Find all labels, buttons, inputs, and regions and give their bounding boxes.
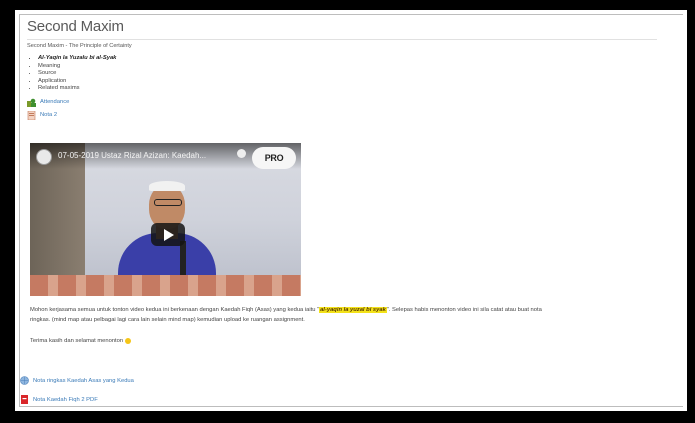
attendance-link[interactable]: Attendance <box>27 98 687 107</box>
video-title[interactable]: 07-05-2019 Ustaz Rizal Azizan: Kaedah... <box>58 151 206 160</box>
video-player[interactable]: 07-05-2019 Ustaz Rizal Azizan: Kaedah...… <box>30 143 301 296</box>
attendance-label: Attendance <box>40 99 70 105</box>
channel-logo: PRO <box>252 147 296 169</box>
topic-item: Meaning <box>38 63 687 71</box>
topic-item: Application <box>38 78 687 86</box>
nota-pdf-label: Nota Kaedah Fiqh 2 PDF <box>33 396 98 403</box>
speaker-cap <box>149 181 185 191</box>
smiley-icon <box>125 338 132 344</box>
nota-pdf-link[interactable]: Nota Kaedah Fiqh 2 PDF <box>20 395 98 404</box>
page-title: Second Maxim <box>27 18 124 35</box>
railing <box>30 275 301 296</box>
instruction-text: Mohon kerjasama semua untuk tonton video… <box>30 305 670 325</box>
instruction-line2: ringkas. (mind map atau pelbagai lagi ca… <box>30 317 305 323</box>
nota2-link[interactable]: Nota 2 <box>27 110 687 120</box>
topic-item: Related maxims <box>38 85 687 93</box>
nota-ringkas-link[interactable]: Nota ringkas Kaedah Asas yang Kedua <box>20 376 134 385</box>
title-divider <box>27 39 657 40</box>
attendance-icon <box>27 98 36 107</box>
topic-list: Al-Yaqin la Yuzalu bi al-Syak Meaning So… <box>27 55 687 93</box>
play-icon[interactable] <box>151 223 185 246</box>
course-section: Second Maxim Second Maxim - The Principl… <box>27 18 687 120</box>
pdf-icon <box>20 395 29 404</box>
instruction-pre: Mohon kerjasama semua untuk tonton video… <box>30 307 320 313</box>
highlight-maxim: al-yaqin la yuzal bi syak <box>319 307 387 313</box>
instruction-post: ”. Selepas habis menonton video ini sila… <box>386 307 542 313</box>
thanks-text: Terima kasih dan selamat menonton <box>30 338 132 344</box>
topic-item: Al-Yaqin la Yuzalu bi al-Syak <box>38 55 687 63</box>
thanks-label: Terima kasih dan selamat menonton <box>30 338 124 344</box>
clock-icon[interactable] <box>237 149 246 158</box>
globe-icon <box>20 376 29 385</box>
speaker-glasses <box>154 199 182 206</box>
section-summary: Second Maxim - The Principle of Certaint… <box>27 43 132 49</box>
channel-avatar-icon[interactable] <box>36 149 52 165</box>
nota-ringkas-label: Nota ringkas Kaedah Asas yang Kedua <box>33 377 134 384</box>
page-icon <box>27 110 36 120</box>
nota2-label: Nota 2 <box>40 112 58 118</box>
topic-item: Source <box>38 70 687 78</box>
